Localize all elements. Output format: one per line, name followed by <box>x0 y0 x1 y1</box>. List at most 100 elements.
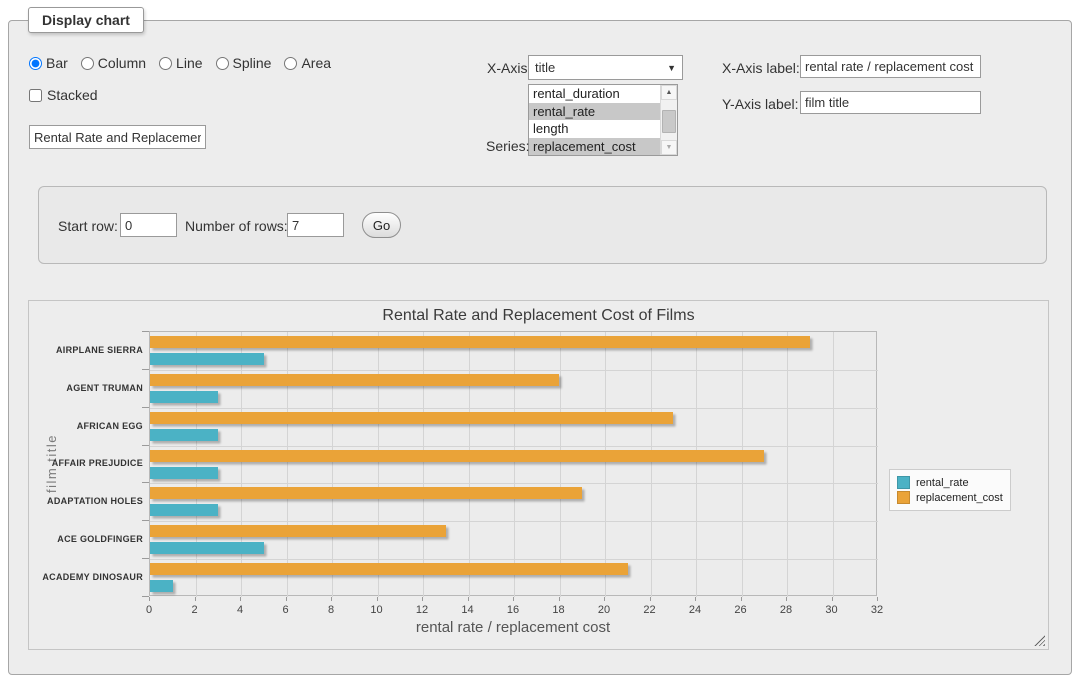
y-axis-label-caption: Y-Axis label: <box>722 96 799 112</box>
x-axis-tick-label: 32 <box>871 604 883 616</box>
gridline-vertical <box>651 332 652 597</box>
gridline-vertical <box>560 332 561 597</box>
x-axis-tick-label: 12 <box>416 604 428 616</box>
gridline-vertical <box>469 332 470 597</box>
x-axis-tick-label: 20 <box>598 604 610 616</box>
x-axis-tick <box>422 597 423 601</box>
y-axis-tick <box>142 369 149 370</box>
x-axis-tick-label: 14 <box>461 604 473 616</box>
category-label: AFFAIR PREJUDICE <box>31 445 143 483</box>
gridline-vertical <box>833 332 834 597</box>
chart-title: Rental Rate and Replacement Cost of Film… <box>29 307 1048 325</box>
series-option-replacement_cost[interactable]: replacement_cost <box>529 138 660 156</box>
series-label: Series: <box>486 138 530 154</box>
series-multiselect[interactable]: rental_durationrental_ratelengthreplacem… <box>528 84 678 156</box>
gridline-horizontal <box>150 446 878 447</box>
start-row-input[interactable] <box>120 213 177 237</box>
y-axis-tick <box>142 482 149 483</box>
legend-swatch-replacement-cost <box>897 491 910 504</box>
scroll-down-icon[interactable]: ▼ <box>661 140 677 155</box>
bar-replacement-cost-4 <box>150 487 582 499</box>
number-of-rows-label: Number of rows: <box>185 218 288 234</box>
y-axis-tick <box>142 331 149 332</box>
chart-type-radio-label: Column <box>98 55 146 71</box>
category-label: ACADEMY DINOSAUR <box>31 558 143 596</box>
x-axis-tick <box>695 597 696 601</box>
legend-label-rental-rate: rental_rate <box>910 477 969 489</box>
legend-label-replacement-cost: replacement_cost <box>910 492 1003 504</box>
gridline-horizontal <box>150 408 878 409</box>
chart-type-radio-label: Area <box>301 55 331 71</box>
scrollbar-thumb[interactable] <box>662 110 676 133</box>
x-axis-tick <box>513 597 514 601</box>
y-axis-tick <box>142 558 149 559</box>
x-axis-tick-label: 2 <box>191 604 197 616</box>
bar-rental-rate-2 <box>150 429 218 441</box>
chart-type-radio-label: Spline <box>233 55 272 71</box>
x-axis-tick-label: 0 <box>146 604 152 616</box>
stacked-checkbox[interactable] <box>29 89 42 102</box>
chart-type-radio-line[interactable] <box>159 57 172 70</box>
x-axis-tick <box>832 597 833 601</box>
row-range-panel: Start row: Number of rows: Go <box>38 186 1047 264</box>
series-options: rental_durationrental_ratelengthreplacem… <box>529 85 660 155</box>
x-axis-tick-label: 8 <box>328 604 334 616</box>
gridline-vertical <box>514 332 515 597</box>
chart-type-radio-area[interactable] <box>284 57 297 70</box>
go-button[interactable]: Go <box>362 212 401 238</box>
y-axis-label-input[interactable] <box>800 91 981 114</box>
y-axis-tick <box>142 520 149 521</box>
scroll-up-icon[interactable]: ▲ <box>661 85 677 100</box>
series-option-rental_duration[interactable]: rental_duration <box>529 85 660 103</box>
x-axis-label-input[interactable] <box>800 55 981 78</box>
chart-title-input[interactable] <box>29 125 206 149</box>
bar-rental-rate-1 <box>150 391 218 403</box>
chart-type-radio-spline[interactable] <box>216 57 229 70</box>
chart-type-line[interactable]: Line <box>159 55 202 71</box>
number-of-rows-input[interactable] <box>287 213 344 237</box>
x-axis-tick-label: 4 <box>237 604 243 616</box>
chart-resize-handle-icon[interactable] <box>1034 635 1045 646</box>
y-axis-tick <box>142 596 149 597</box>
gridline-vertical <box>196 332 197 597</box>
chart-type-spline[interactable]: Spline <box>216 55 272 71</box>
chart-type-area[interactable]: Area <box>284 55 331 71</box>
series-scrollbar[interactable]: ▲ ▼ <box>660 85 677 155</box>
x-axis-tick-label: 26 <box>734 604 746 616</box>
gridline-horizontal <box>150 521 878 522</box>
category-label: AFRICAN EGG <box>31 407 143 445</box>
chart-type-radio-label: Bar <box>46 55 68 71</box>
bar-replacement-cost-3 <box>150 450 764 462</box>
chart-type-bar[interactable]: Bar <box>29 55 68 71</box>
series-option-rental_rate[interactable]: rental_rate <box>529 103 660 121</box>
x-axis-tick <box>149 597 150 601</box>
stacked-checkbox-row[interactable]: Stacked <box>29 87 98 103</box>
gridline-vertical <box>696 332 697 597</box>
x-axis-tick <box>240 597 241 601</box>
chart-type-radio-label: Line <box>176 55 202 71</box>
stacked-label: Stacked <box>47 87 98 103</box>
gridline-horizontal <box>150 370 878 371</box>
x-axis-tick-label: 24 <box>689 604 701 616</box>
category-label: ADAPTATION HOLES <box>31 482 143 520</box>
x-axis-tick-label: 18 <box>552 604 564 616</box>
legend-swatch-rental-rate <box>897 476 910 489</box>
gridline-vertical <box>378 332 379 597</box>
chart-type-radio-bar[interactable] <box>29 57 42 70</box>
x-axis-select-label: X-Axis: <box>487 60 531 76</box>
chart-legend: rental_rate replacement_cost <box>889 469 1011 511</box>
x-axis-select[interactable]: title ▼ <box>528 55 683 80</box>
x-axis-tick <box>741 597 742 601</box>
y-axis-tick <box>142 445 149 446</box>
category-label: ACE GOLDFINGER <box>31 520 143 558</box>
x-axis-tick <box>604 597 605 601</box>
x-axis-tick <box>377 597 378 601</box>
gridline-vertical <box>787 332 788 597</box>
x-axis-tick <box>195 597 196 601</box>
gridline-vertical <box>241 332 242 597</box>
x-axis-tick-label: 28 <box>780 604 792 616</box>
series-option-length[interactable]: length <box>529 120 660 138</box>
chart-type-column[interactable]: Column <box>81 55 146 71</box>
y-axis-tick <box>142 407 149 408</box>
chart-type-radio-column[interactable] <box>81 57 94 70</box>
